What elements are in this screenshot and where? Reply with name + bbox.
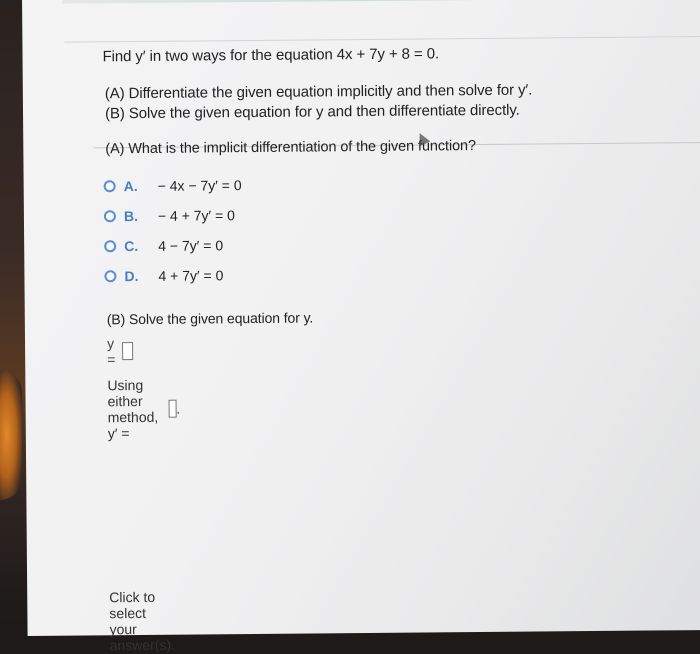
top-bar — [61, 0, 700, 4]
question-part-b: (B) Solve the given equation for y and t… — [104, 101, 520, 123]
y-answer-row: y = — [106, 335, 134, 368]
option-b[interactable]: B. − 4 + 7y′ = 0 — [103, 204, 235, 227]
background-object — [0, 370, 22, 500]
option-letter: B. — [123, 207, 138, 225]
radio-button-icon[interactable] — [104, 240, 117, 253]
y-answer-box[interactable] — [121, 342, 134, 361]
option-equation: − 4 + 7y′ = 0 — [157, 207, 235, 224]
question-panel: Find y′ in two ways for the equation 4x … — [22, 0, 700, 653]
option-letter: C. — [124, 237, 139, 255]
y-label: y = — [106, 335, 116, 368]
divider-top — [64, 36, 700, 43]
derivative-answer-box[interactable] — [168, 399, 177, 418]
option-equation: − 4x − 7y′ = 0 — [157, 177, 242, 194]
option-a[interactable]: A. − 4x − 7y′ = 0 — [103, 174, 242, 197]
method-suffix: . — [176, 400, 181, 417]
option-letter: D. — [124, 267, 139, 285]
footer-instruction: Click to select your answer(s). — [109, 588, 176, 654]
method-answer-row: Using either method, y′ = . — [107, 376, 181, 442]
option-equation: 4 − 7y′ = 0 — [158, 237, 224, 254]
option-c[interactable]: C. 4 − 7y′ = 0 — [104, 234, 223, 257]
option-d[interactable]: D. 4 + 7y′ = 0 — [104, 264, 223, 287]
radio-button-icon[interactable] — [104, 270, 117, 283]
option-letter: A. — [123, 177, 138, 195]
radio-button-icon[interactable] — [103, 210, 116, 223]
section-b-heading: (B) Solve the given equation for y. — [106, 309, 314, 328]
method-label: Using either method, y′ = — [107, 376, 159, 442]
question-prompt: Find y′ in two ways for the equation 4x … — [102, 45, 440, 66]
option-equation: 4 + 7y′ = 0 — [158, 267, 224, 284]
radio-button-icon[interactable] — [103, 180, 116, 193]
question-part-a: (A) Differentiate the given equation imp… — [104, 81, 533, 103]
